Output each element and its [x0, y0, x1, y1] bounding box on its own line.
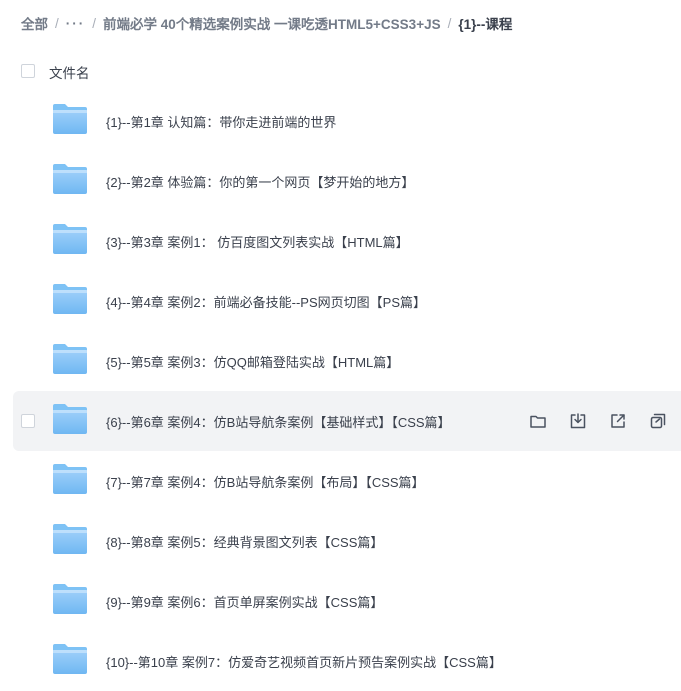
folder-icon[interactable] — [52, 583, 88, 615]
file-name[interactable]: {2}--第2章 体验篇：你的第一个网页【梦开始的地方】 — [106, 172, 414, 191]
file-name[interactable]: {8}--第8章 案例5：经典背景图文列表【CSS篇】 — [106, 532, 383, 551]
file-name[interactable]: {5}--第5章 案例3：仿QQ邮箱登陆实战【HTML篇】 — [106, 352, 399, 371]
file-list: {1}--第1章 认知篇：带你走进前端的世界 {2}--第2章 体验篇：你的第一… — [0, 91, 681, 691]
file-row[interactable]: {5}--第5章 案例3：仿QQ邮箱登陆实战【HTML篇】 — [0, 331, 681, 391]
breadcrumb-current: {1}--课程 — [458, 17, 513, 32]
file-name[interactable]: {6}--第6章 案例4：仿B站导航条案例【基础样式】【CSS篇】 — [106, 412, 451, 431]
file-name[interactable]: {4}--第4章 案例2：前端必备技能--PS网页切图【PS篇】 — [106, 292, 426, 311]
file-name[interactable]: {9}--第9章 案例6：首页单屏案例实战【CSS篇】 — [106, 592, 383, 611]
breadcrumb-separator: / — [55, 15, 59, 31]
breadcrumb-separator: / — [447, 15, 452, 31]
folder-icon[interactable] — [52, 403, 88, 435]
file-row[interactable]: {3}--第3章 案例1： 仿百度图文列表实战【HTML篇】 — [0, 211, 681, 271]
folder-icon[interactable] — [52, 223, 88, 255]
breadcrumb-root[interactable]: 全部 — [21, 13, 48, 33]
folder-icon[interactable] — [52, 163, 88, 195]
column-header-filename[interactable]: 文件名 — [49, 62, 90, 82]
folder-icon[interactable] — [52, 103, 88, 135]
file-name[interactable]: {1}--第1章 认知篇：带你走进前端的世界 — [106, 112, 336, 131]
breadcrumb-ellipsis[interactable]: ··· — [66, 16, 86, 31]
file-row[interactable]: {7}--第7章 案例4：仿B站导航条案例【布局】【CSS篇】 — [0, 451, 681, 511]
list-header: 文件名 — [0, 58, 681, 84]
file-name[interactable]: {10}--第10章 案例7：仿爱奇艺视频首页新片预告案例实战【CSS篇】 — [106, 652, 502, 671]
file-row[interactable]: {8}--第8章 案例5：经典背景图文列表【CSS篇】 — [0, 511, 681, 571]
folder-icon[interactable] — [52, 643, 88, 675]
copy-link-icon[interactable] — [649, 410, 681, 432]
file-row[interactable]: {1}--第1章 认知篇：带你走进前端的世界 — [0, 91, 681, 151]
folder-open-icon[interactable] — [529, 410, 569, 432]
file-name[interactable]: {3}--第3章 案例1： 仿百度图文列表实战【HTML篇】 — [106, 232, 409, 251]
folder-icon[interactable] — [52, 463, 88, 495]
file-row[interactable]: {10}--第10章 案例7：仿爱奇艺视频首页新片预告案例实战【CSS篇】 — [0, 631, 681, 691]
breadcrumb-parent[interactable]: 前端必学 40个精选案例实战 一课吃透HTML5+CSS3+JS — [103, 13, 441, 33]
folder-icon[interactable] — [52, 523, 88, 555]
folder-icon[interactable] — [52, 283, 88, 315]
folder-icon[interactable] — [52, 343, 88, 375]
file-row[interactable]: {9}--第9章 案例6：首页单屏案例实战【CSS篇】 — [0, 571, 681, 631]
file-row[interactable]: {6}--第6章 案例4：仿B站导航条案例【基础样式】【CSS篇】 — [13, 391, 681, 451]
file-name[interactable]: {7}--第7章 案例4：仿B站导航条案例【布局】【CSS篇】 — [106, 472, 425, 491]
breadcrumb: 全部 / ··· / 前端必学 40个精选案例实战 一课吃透HTML5+CSS3… — [21, 13, 512, 33]
download-icon[interactable] — [569, 410, 609, 432]
select-all-checkbox[interactable] — [21, 64, 35, 78]
share-icon[interactable] — [609, 410, 649, 432]
file-row[interactable]: {4}--第4章 案例2：前端必备技能--PS网页切图【PS篇】 — [0, 271, 681, 331]
row-actions — [529, 410, 681, 432]
file-row[interactable]: {2}--第2章 体验篇：你的第一个网页【梦开始的地方】 — [0, 151, 681, 211]
row-checkbox[interactable] — [21, 414, 35, 428]
breadcrumb-separator: / — [92, 15, 97, 31]
